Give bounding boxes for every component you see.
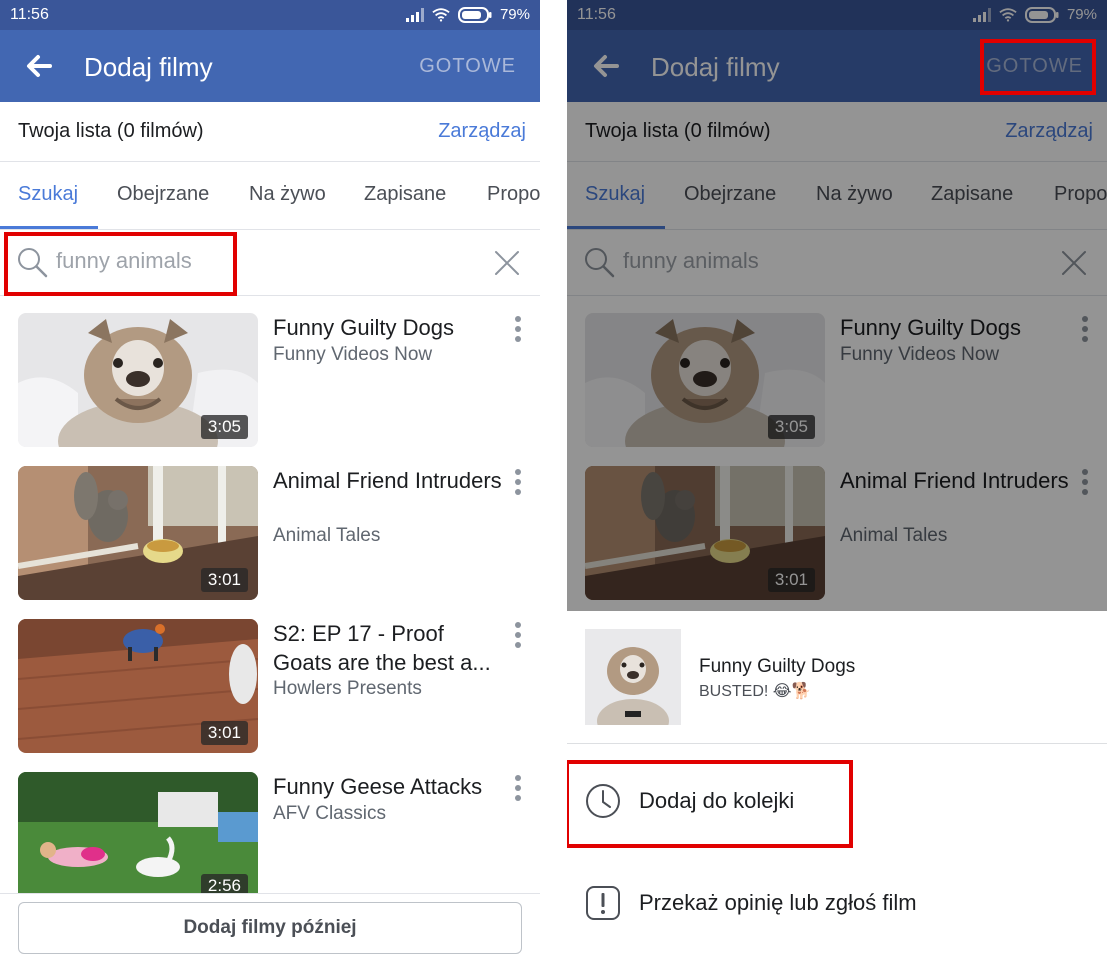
video-item[interactable]: 3:05 Funny Guilty Dogs Funny Videos Now [18, 313, 528, 447]
video-channel[interactable]: AFV Classics [273, 803, 386, 825]
dim-overlay[interactable] [567, 0, 1107, 611]
more-options-icon[interactable] [512, 621, 524, 651]
search-input[interactable] [56, 248, 356, 274]
clock-icon [586, 784, 620, 818]
playlist-count-label: Twoja lista (0 filmów) [18, 120, 204, 142]
report-icon [586, 886, 620, 920]
sheet-video-subtitle: BUSTED! 😂🐕 [699, 683, 812, 700]
more-options-icon[interactable] [512, 468, 524, 498]
divider [567, 743, 1107, 744]
bottom-sheet: Funny Guilty Dogs BUSTED! 😂🐕 Dodaj do ko… [567, 611, 1107, 960]
add-to-queue-option[interactable]: Dodaj do kolejki [567, 771, 1107, 831]
video-title[interactable]: Animal Friend Intruders [273, 466, 508, 495]
app-bar: Dodaj filmy GOTOWE [0, 30, 540, 102]
video-duration: 3:05 [200, 415, 248, 439]
video-channel[interactable]: Funny Videos Now [273, 344, 432, 366]
search-icon [18, 248, 48, 278]
video-item[interactable]: 3:01 S2: EP 17 - Proof Goats are the bes… [18, 619, 528, 753]
bottom-bar: Dodaj filmy później [0, 893, 540, 960]
status-bar: 11:56 79% [0, 0, 540, 30]
back-arrow-icon[interactable] [22, 50, 58, 82]
close-icon[interactable] [494, 250, 520, 276]
video-item[interactable]: 3:01 Animal Friend Intruders Animal Tale… [18, 466, 528, 600]
page-title: Dodaj filmy [84, 52, 213, 82]
tab-search[interactable]: Szukaj [18, 183, 78, 206]
video-title[interactable]: Funny Geese Attacks [273, 772, 508, 801]
tab-bar: Szukaj Obejrzane Na żywo Zapisane Propo [0, 162, 540, 230]
video-item[interactable]: 2:56 Funny Geese Attacks AFV Classics [18, 772, 528, 906]
video-thumbnail[interactable]: 3:05 [18, 313, 258, 447]
video-title[interactable]: S2: EP 17 - Proof Goats are the best a..… [273, 619, 508, 677]
phone-screen-right: 11:56 79% Dodaj filmy GOTOWE Twoja lista… [567, 0, 1107, 960]
report-video-label: Przekaż opinię lub zgłoś film [639, 890, 917, 915]
status-icons: 79% [405, 6, 530, 23]
signal-icon [405, 7, 424, 22]
video-thumbnail[interactable]: 3:01 [18, 619, 258, 753]
add-later-button[interactable]: Dodaj filmy później [18, 902, 522, 954]
battery-icon [457, 6, 492, 23]
more-options-icon[interactable] [512, 315, 524, 345]
wifi-icon [432, 7, 450, 22]
done-button[interactable]: GOTOWE [419, 55, 516, 78]
video-title[interactable]: Funny Guilty Dogs [273, 313, 508, 342]
report-video-option[interactable]: Przekaż opinię lub zgłoś film [567, 873, 1107, 933]
sheet-video-title: Funny Guilty Dogs [699, 656, 856, 677]
add-to-queue-label: Dodaj do kolejki [639, 788, 795, 813]
sheet-video-thumbnail [585, 629, 681, 725]
tab-saved[interactable]: Zapisane [364, 183, 446, 206]
battery-percent: 79% [499, 6, 530, 23]
video-duration: 3:01 [200, 721, 248, 745]
video-duration: 3:01 [200, 568, 248, 592]
video-channel[interactable]: Animal Tales [273, 525, 380, 547]
tab-watched[interactable]: Obejrzane [117, 183, 209, 206]
phone-screen-left: 11:56 79% Dodaj filmy GOTOWE Twoja lista… [0, 0, 540, 960]
video-channel[interactable]: Howlers Presents [273, 678, 422, 700]
bulldog-thumbnail-image [585, 629, 681, 725]
more-options-icon[interactable] [512, 774, 524, 804]
active-tab-indicator [0, 226, 98, 229]
manage-link[interactable]: Zarządzaj [438, 120, 526, 143]
tab-live[interactable]: Na żywo [249, 183, 326, 206]
playlist-row: Twoja lista (0 filmów) Zarządzaj [0, 102, 540, 162]
video-thumbnail[interactable]: 3:01 [18, 466, 258, 600]
video-thumbnail[interactable]: 2:56 [18, 772, 258, 906]
search-bar [0, 230, 540, 296]
status-time: 11:56 [10, 6, 49, 23]
tab-suggested[interactable]: Propo [487, 183, 540, 206]
